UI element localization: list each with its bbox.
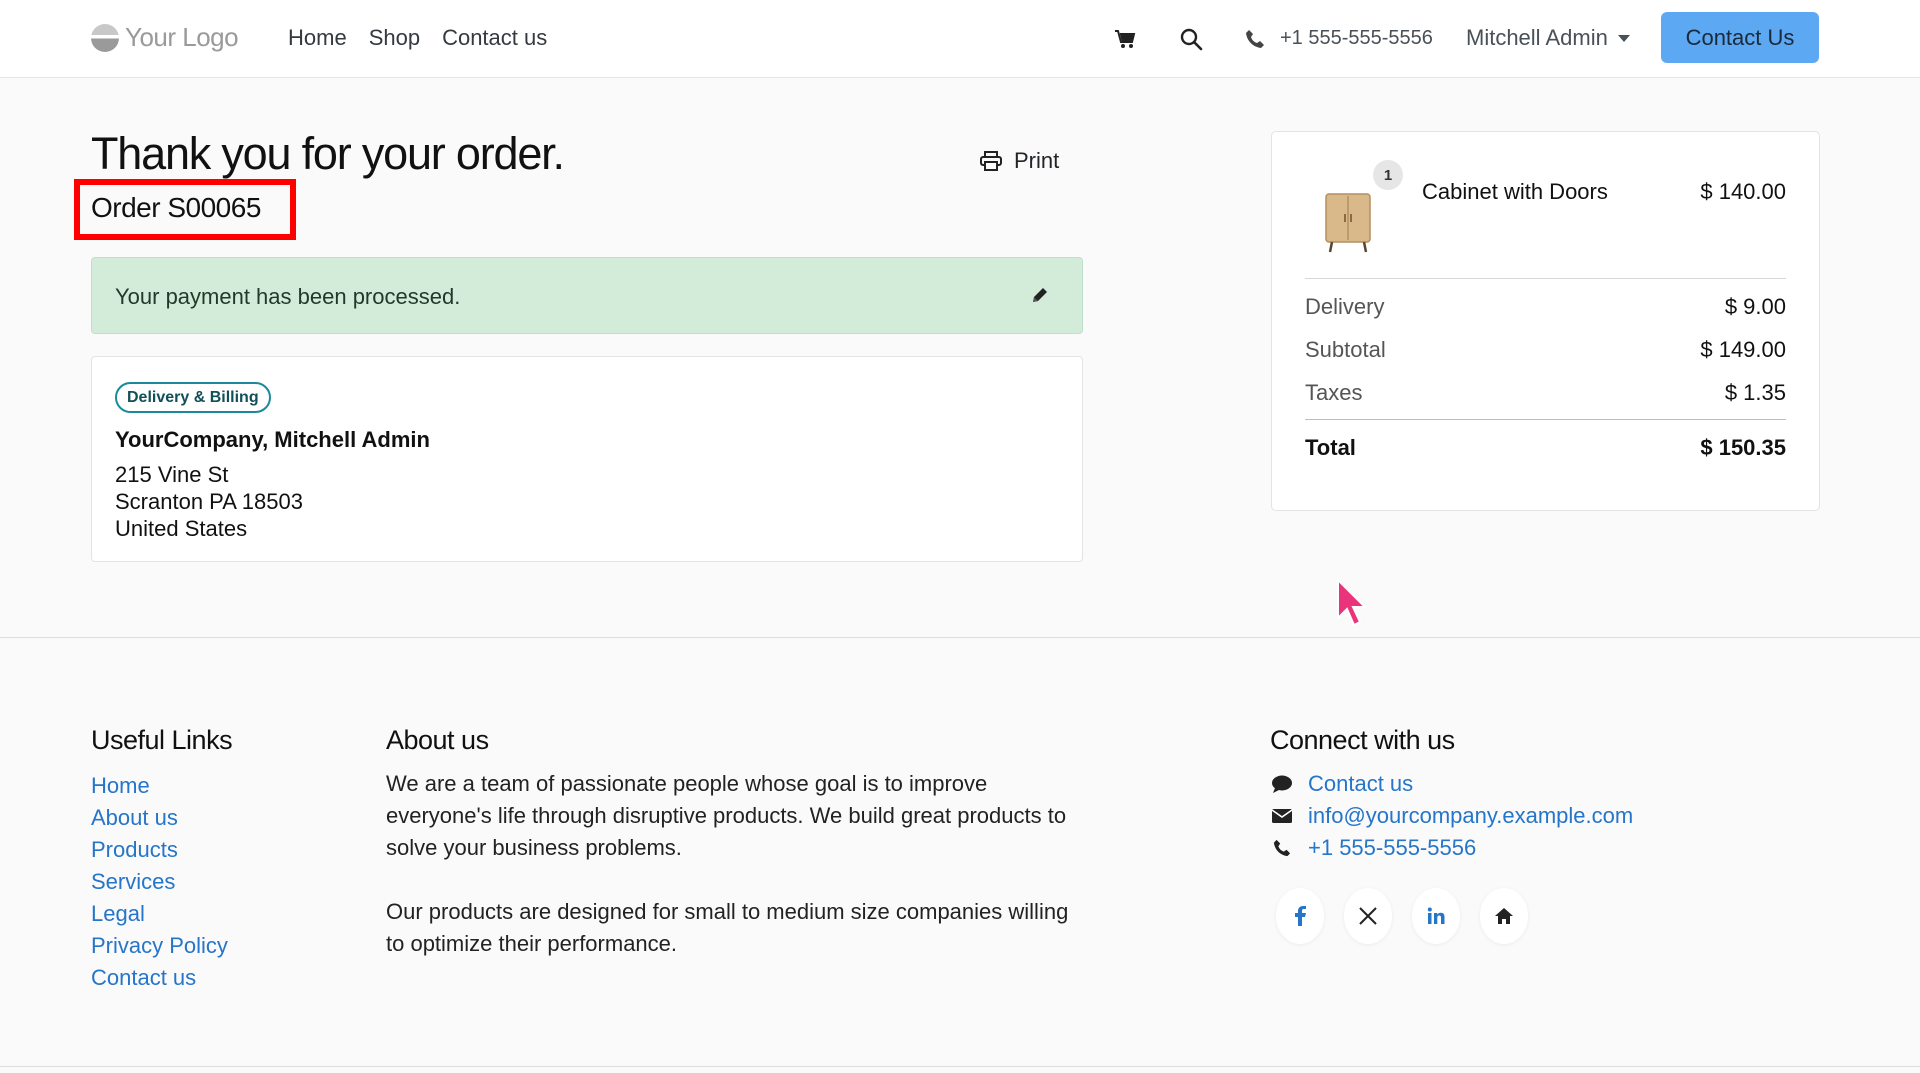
x-icon[interactable] xyxy=(1344,888,1392,944)
about-paragraph-2: Our products are designed for small to m… xyxy=(386,899,1069,956)
footer-divider xyxy=(0,637,1920,638)
about-title: About us xyxy=(386,725,489,755)
footer-link-privacy[interactable]: Privacy Policy xyxy=(91,930,228,962)
connect-row: Contact us xyxy=(1270,768,1633,800)
nav-home[interactable]: Home xyxy=(288,25,347,51)
address-card: Delivery & Billing YourCompany, Mitchell… xyxy=(91,356,1083,562)
about-paragraph-1: We are a team of passionate people whose… xyxy=(386,771,1067,860)
footer-link-about[interactable]: About us xyxy=(91,802,228,834)
summary-value: $ 9.00 xyxy=(1724,294,1786,319)
footer-link-home[interactable]: Home xyxy=(91,770,228,802)
connect-phone-link[interactable]: +1 555-555-5556 xyxy=(1308,832,1476,864)
mouse-cursor-icon xyxy=(1336,577,1368,633)
page-title: Thank you for your order. xyxy=(91,128,565,179)
address-line-2: Scranton PA 18503 xyxy=(115,489,303,514)
contact-us-button[interactable]: Contact Us xyxy=(1661,12,1819,63)
summary-row-subtotal: Subtotal $ 149.00 xyxy=(1305,337,1786,363)
cart-icon[interactable] xyxy=(1110,24,1140,54)
connect-email-link[interactable]: info@yourcompany.example.com xyxy=(1308,800,1633,832)
summary-row-taxes: Taxes $ 1.35 xyxy=(1305,380,1786,406)
phone-icon xyxy=(1240,24,1270,54)
summary-row-delivery: Delivery $ 9.00 xyxy=(1305,294,1786,320)
comment-icon xyxy=(1270,772,1294,796)
product-price: $ 140.00 xyxy=(1700,179,1786,204)
site-logo[interactable]: Your Logo xyxy=(91,22,239,53)
order-number: Order S00065 xyxy=(91,192,261,223)
connect-links: Contact us info@yourcompany.example.com … xyxy=(1270,768,1633,864)
useful-links-title: Useful Links xyxy=(91,725,233,755)
logo-mark-icon xyxy=(91,23,119,52)
cabinet-image xyxy=(1322,190,1374,254)
summary-divider xyxy=(1305,419,1786,420)
total-value: $ 150.35 xyxy=(1700,435,1786,460)
footer-link-legal[interactable]: Legal xyxy=(91,898,228,930)
home-icon[interactable] xyxy=(1480,888,1528,944)
product-name[interactable]: Cabinet with Doors xyxy=(1422,179,1608,205)
summary-value: $ 1.35 xyxy=(1724,380,1786,405)
printer-icon xyxy=(980,151,1002,171)
address-line-1: 215 Vine St xyxy=(115,462,229,487)
total-label: Total xyxy=(1305,435,1356,460)
summary-label: Delivery xyxy=(1305,294,1385,319)
chevron-down-icon xyxy=(1617,34,1630,42)
connect-row: info@yourcompany.example.com xyxy=(1270,800,1633,832)
payment-status-alert: Your payment has been processed. xyxy=(91,257,1083,334)
facebook-icon[interactable] xyxy=(1276,888,1324,944)
pencil-icon[interactable] xyxy=(1030,285,1052,307)
quantity-badge: 1 xyxy=(1373,160,1403,190)
footer-bottom-divider xyxy=(0,1066,1920,1067)
footer-link-services[interactable]: Services xyxy=(91,866,228,898)
address-name: YourCompany, Mitchell Admin xyxy=(115,427,430,452)
nav-shop[interactable]: Shop xyxy=(369,25,420,51)
summary-label: Taxes xyxy=(1305,380,1363,405)
order-summary: 1 Cabinet with Doors $ 140.00 Delivery $… xyxy=(1271,131,1820,511)
address-line-3: United States xyxy=(115,516,248,541)
print-label: Print xyxy=(1014,148,1060,173)
site-header: Your Logo Home Shop Contact us +1 555-55… xyxy=(0,0,1920,78)
search-icon[interactable] xyxy=(1176,24,1206,54)
envelope-icon xyxy=(1270,804,1294,828)
main-nav: Home Shop Contact us xyxy=(288,25,547,51)
header-phone[interactable]: +1 555-555-5556 xyxy=(1280,27,1433,50)
connect-row: +1 555-555-5556 xyxy=(1270,832,1633,864)
address-type-badge: Delivery & Billing xyxy=(115,382,271,413)
summary-label: Subtotal xyxy=(1305,337,1386,362)
summary-divider xyxy=(1305,278,1786,279)
useful-links: Home About us Products Services Legal Pr… xyxy=(91,770,228,994)
phone-icon xyxy=(1270,836,1294,860)
about-text: We are a team of passionate people whose… xyxy=(386,768,1086,992)
connect-contact-link[interactable]: Contact us xyxy=(1308,768,1413,800)
print-button[interactable]: Print xyxy=(980,148,1059,174)
summary-row-total: Total $ 150.35 xyxy=(1305,435,1786,461)
nav-contact[interactable]: Contact us xyxy=(442,25,547,51)
address-lines: 215 Vine St Scranton PA 18503 United Sta… xyxy=(115,461,303,542)
linkedin-icon[interactable] xyxy=(1412,888,1460,944)
footer-link-contact[interactable]: Contact us xyxy=(91,962,228,994)
summary-value: $ 149.00 xyxy=(1700,337,1786,362)
social-links xyxy=(1276,888,1528,944)
alert-text: Your payment has been processed. xyxy=(115,284,461,309)
user-name: Mitchell Admin xyxy=(1466,25,1608,50)
logo-text: Your Logo xyxy=(125,22,239,52)
user-menu[interactable]: Mitchell Admin xyxy=(1466,25,1630,51)
footer-link-products[interactable]: Products xyxy=(91,834,228,866)
connect-title: Connect with us xyxy=(1270,725,1455,755)
